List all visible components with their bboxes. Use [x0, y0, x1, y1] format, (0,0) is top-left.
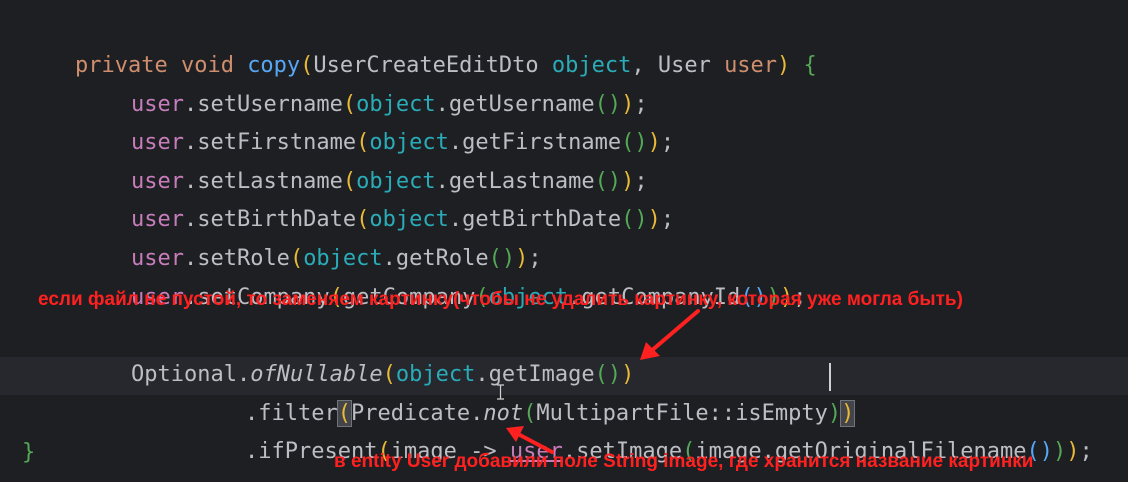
type-name: User	[657, 53, 711, 78]
code-editor[interactable]: private void copy(UserCreateEditDto obje…	[0, 0, 1128, 482]
paren: )	[1053, 439, 1067, 464]
code-line-set-birthdate[interactable]: user.setBirthDate(object.getBirthDate())…	[78, 163, 674, 232]
code-line-set-role[interactable]: user.setRole(object.getRole());	[78, 202, 542, 271]
code-line-optional[interactable]: Optional.ofNullable(object.getImage())	[78, 318, 634, 387]
text-caret	[829, 363, 831, 391]
code-line-set-firstname[interactable]: user.setFirstname(object.getFirstname())…	[78, 86, 674, 155]
annotation-bottom-note: в entity User добавили поле String image…	[334, 451, 1034, 472]
paren: )	[1066, 439, 1080, 464]
code-line-filter[interactable]: .filter(Predicate.not(MultipartFile::isE…	[192, 357, 856, 427]
code-line-method-signature[interactable]: private void copy(UserCreateEditDto obje…	[22, 9, 817, 78]
arrow-top-icon	[640, 309, 700, 360]
param-user: user	[724, 53, 778, 78]
code-line-set-company[interactable]: user.setCompany(getCompany(object.getCom…	[78, 241, 807, 310]
semicolon: ;	[1079, 439, 1093, 464]
paren: ()	[621, 207, 648, 232]
annotation-top-note: если файл не пустой, то заменяем картинк…	[38, 289, 963, 310]
semicolon: ;	[660, 207, 675, 232]
semicolon: ;	[660, 130, 675, 155]
paren-close: )	[777, 53, 791, 78]
code-line-closing-brace[interactable]: }	[22, 434, 35, 472]
code-line-ifpresent[interactable]: .ifPresent(image -> user.setImage(image.…	[192, 395, 1093, 464]
brace-open: {	[803, 53, 817, 78]
code-line-set-username[interactable]: user.setUsername(object.getUsername());	[78, 48, 648, 117]
paren: )	[647, 130, 661, 155]
ibeam-cursor-icon	[497, 384, 504, 400]
paren: )	[647, 207, 661, 232]
code-line-set-lastname[interactable]: user.setLastname(object.getLastname());	[78, 125, 648, 194]
